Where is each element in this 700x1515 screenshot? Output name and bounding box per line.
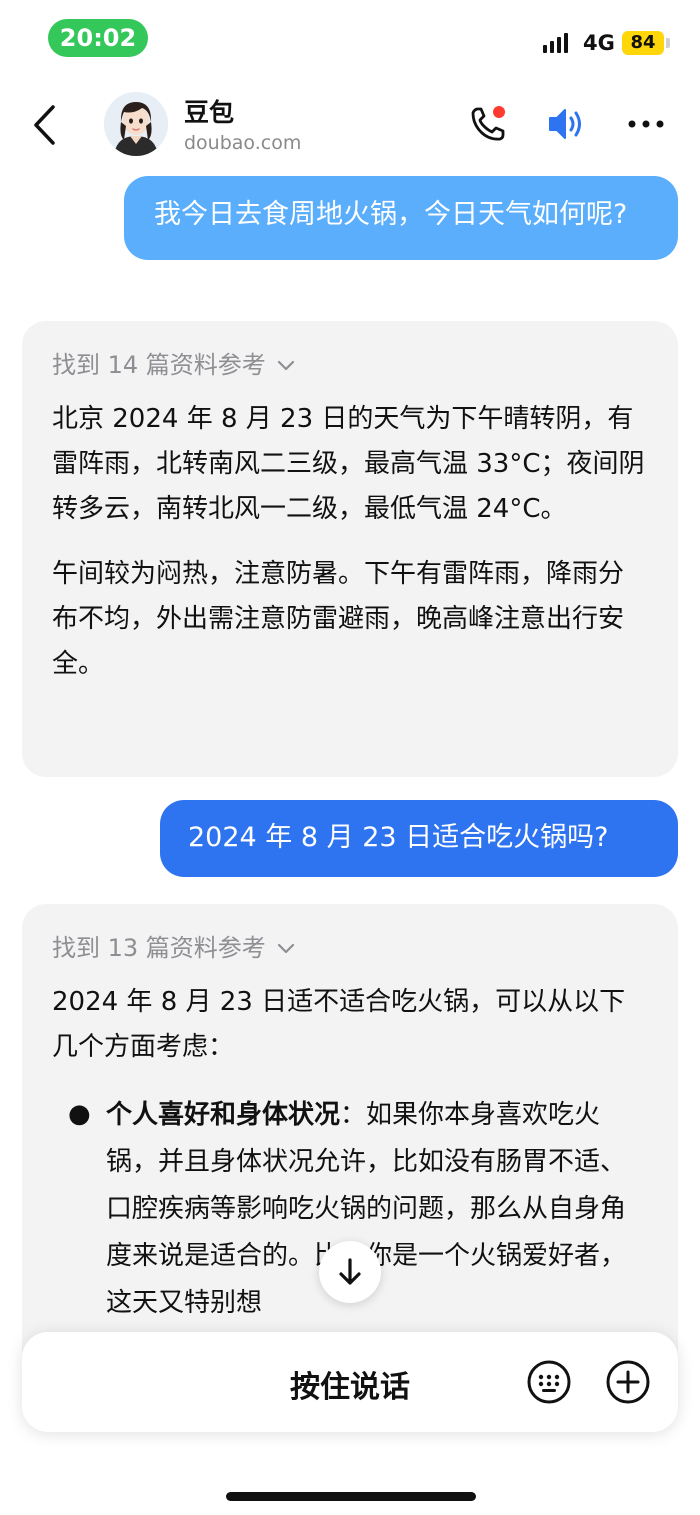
back-button[interactable] [28,103,64,147]
keyboard-button[interactable] [526,1359,572,1405]
bot-domain: doubao.com [184,132,302,154]
input-bar: 按住说话 [22,1332,678,1432]
keyboard-icon [527,1360,571,1404]
chat-screen: 20:02 4G 84 豆包 doubao.com 我今日去食周地火锅，今日天气… [0,0,700,1515]
phone-icon [471,106,505,141]
bullet-title: 个人喜好和身体状况 [106,1100,341,1130]
references-toggle[interactable]: 找到 13 篇资料参考 [52,930,648,966]
plus-circle-icon [606,1360,650,1404]
assistant-message: 找到 14 篇资料参考 北京 2024 年 8 月 23 日的天气为下午晴转阴，… [22,321,678,777]
battery-tip [666,38,670,48]
speaker-button[interactable] [546,104,586,144]
references-toggle[interactable]: 找到 14 篇资料参考 [52,347,648,383]
scroll-down-button[interactable] [319,1241,381,1303]
bullet-icon: ● [68,1099,91,1129]
hold-to-talk-button[interactable]: 按住说话 [22,1362,678,1406]
bot-name: 豆包 [184,98,235,127]
speaker-icon [549,109,581,139]
status-time: 20:02 [48,19,148,57]
more-button[interactable] [626,104,666,144]
assistant-message: 找到 13 篇资料参考 2024 年 8 月 23 日适不适合吃火锅，可以从以下… [22,904,678,1404]
user-message-active[interactable]: 2024 年 8 月 23 日适合吃火锅吗? [160,800,678,877]
avatar-image [104,92,168,156]
chevron-down-icon [277,943,294,954]
assistant-paragraph: 2024 年 8 月 23 日适不适合吃火锅，可以从以下几个方面考虑： [52,987,626,1062]
phone-call-button[interactable] [468,104,508,144]
assistant-paragraph: 午间较为闷热，注意防暑。下午有雷阵雨，降雨分布不均，外出需注意防雷避雨，晚高峰注… [52,559,625,679]
user-message[interactable]: 我今日去食周地火锅，今日天气如何呢? [124,176,678,260]
references-label: 找到 13 篇资料参考 [52,934,266,962]
arrow-down-icon [339,1258,361,1285]
signal-icon [543,33,568,53]
battery-level: 84 [622,31,664,55]
chevron-left-icon [34,105,55,145]
more-icon [628,120,664,128]
home-indicator [226,1492,476,1501]
add-button[interactable] [605,1359,651,1405]
references-label: 找到 14 篇资料参考 [52,351,266,379]
chevron-down-icon [277,360,294,371]
avatar[interactable] [104,92,168,156]
assistant-paragraph: 北京 2024 年 8 月 23 日的天气为下午晴转阴，有雷阵雨，北转南风二三级… [52,404,645,524]
network-type: 4G [583,31,615,55]
